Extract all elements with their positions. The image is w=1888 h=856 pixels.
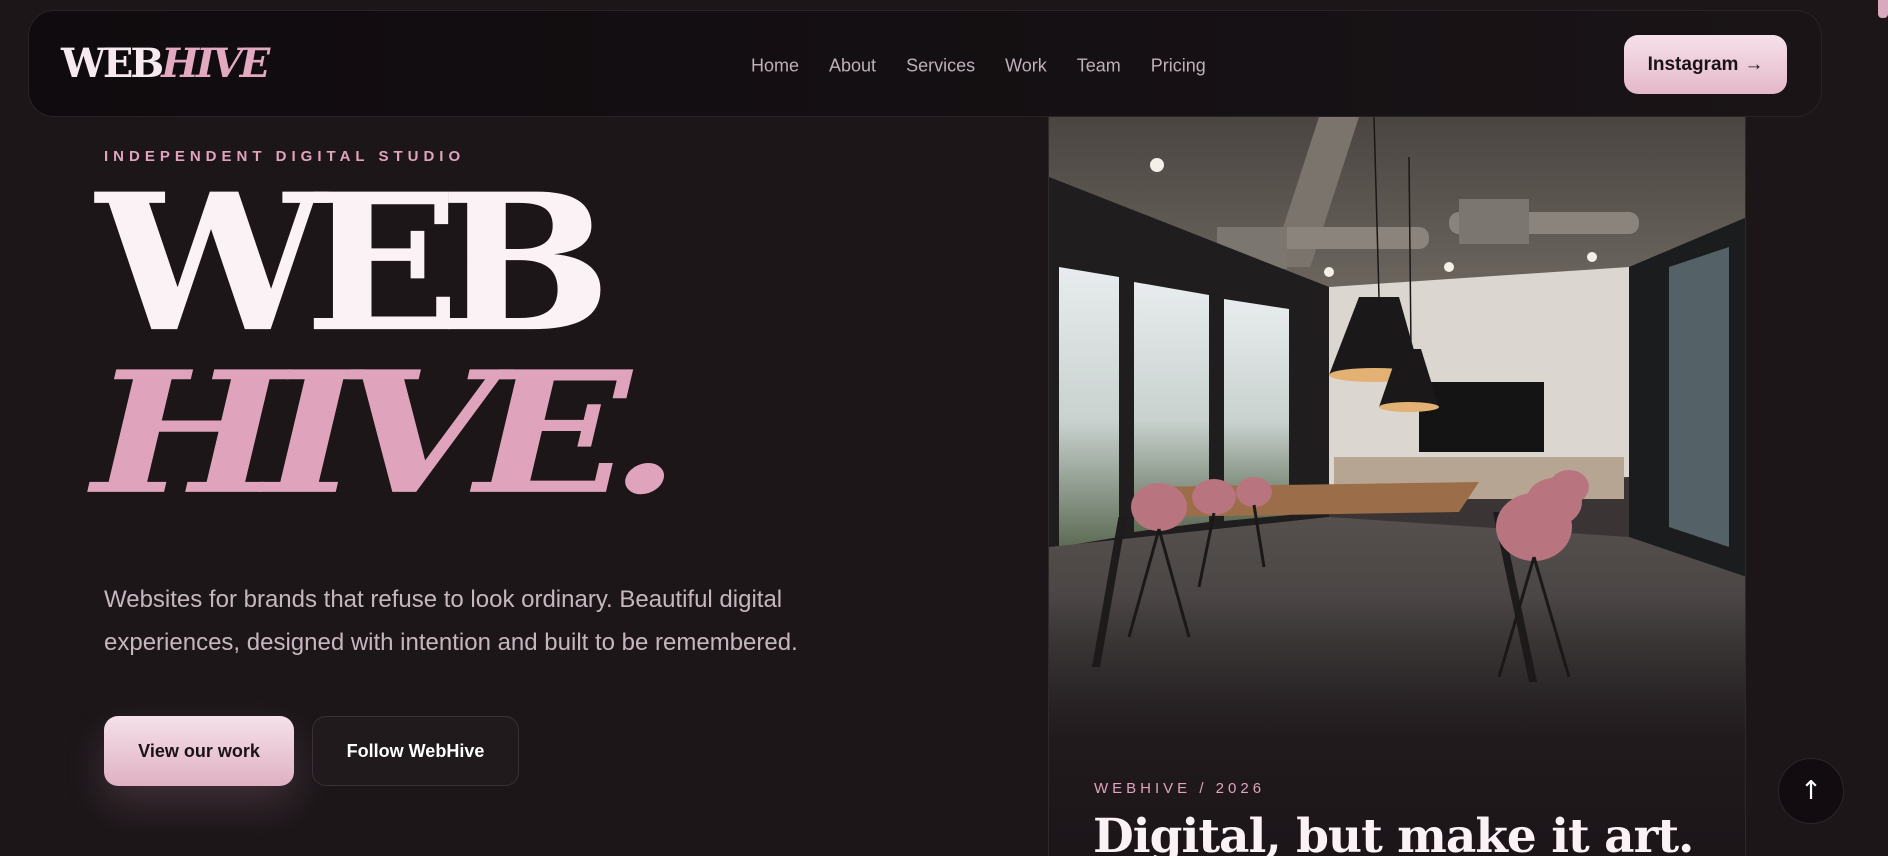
top-navbar: WEBHIVE Home About Services Work Team Pr… bbox=[28, 10, 1822, 117]
instagram-button[interactable]: Instagram → bbox=[1624, 35, 1787, 94]
arrow-up-icon: ↑ bbox=[1800, 776, 1822, 806]
card-tag: WEBHIVE / 2026 bbox=[1094, 780, 1266, 797]
main-menu: Home About Services Work Team Pricing bbox=[751, 56, 1206, 77]
hero-lead-text: Websites for brands that refuse to look … bbox=[104, 586, 798, 656]
follow-webhive-button[interactable]: Follow WebHive bbox=[312, 716, 519, 786]
logo-web-text: WEB bbox=[61, 40, 164, 87]
brand-logo[interactable]: WEBHIVE bbox=[61, 44, 270, 84]
nav-work[interactable]: Work bbox=[1005, 56, 1047, 77]
nav-home[interactable]: Home bbox=[751, 56, 799, 77]
hero-image-card: WEBHIVE / 2026 Digital, but make it art. bbox=[1048, 117, 1746, 856]
nav-team[interactable]: Team bbox=[1077, 56, 1121, 77]
hero-title-hive: HIVE. bbox=[92, 335, 680, 533]
back-to-top-button[interactable]: ↑ bbox=[1778, 758, 1844, 824]
nav-about[interactable]: About bbox=[829, 56, 876, 77]
card-title: Digital, but make it art. bbox=[1093, 809, 1694, 856]
view-our-work-button[interactable]: View our work bbox=[104, 716, 294, 786]
arrow-right-icon: → bbox=[1744, 53, 1764, 75]
logo-hive-text: HIVE bbox=[161, 40, 270, 87]
hero-title-web: WEB bbox=[96, 153, 612, 375]
scrollbar-thumb[interactable] bbox=[1878, 0, 1888, 18]
instagram-label: Instagram bbox=[1647, 53, 1739, 75]
nav-services[interactable]: Services bbox=[906, 56, 975, 77]
nav-pricing[interactable]: Pricing bbox=[1151, 56, 1206, 77]
